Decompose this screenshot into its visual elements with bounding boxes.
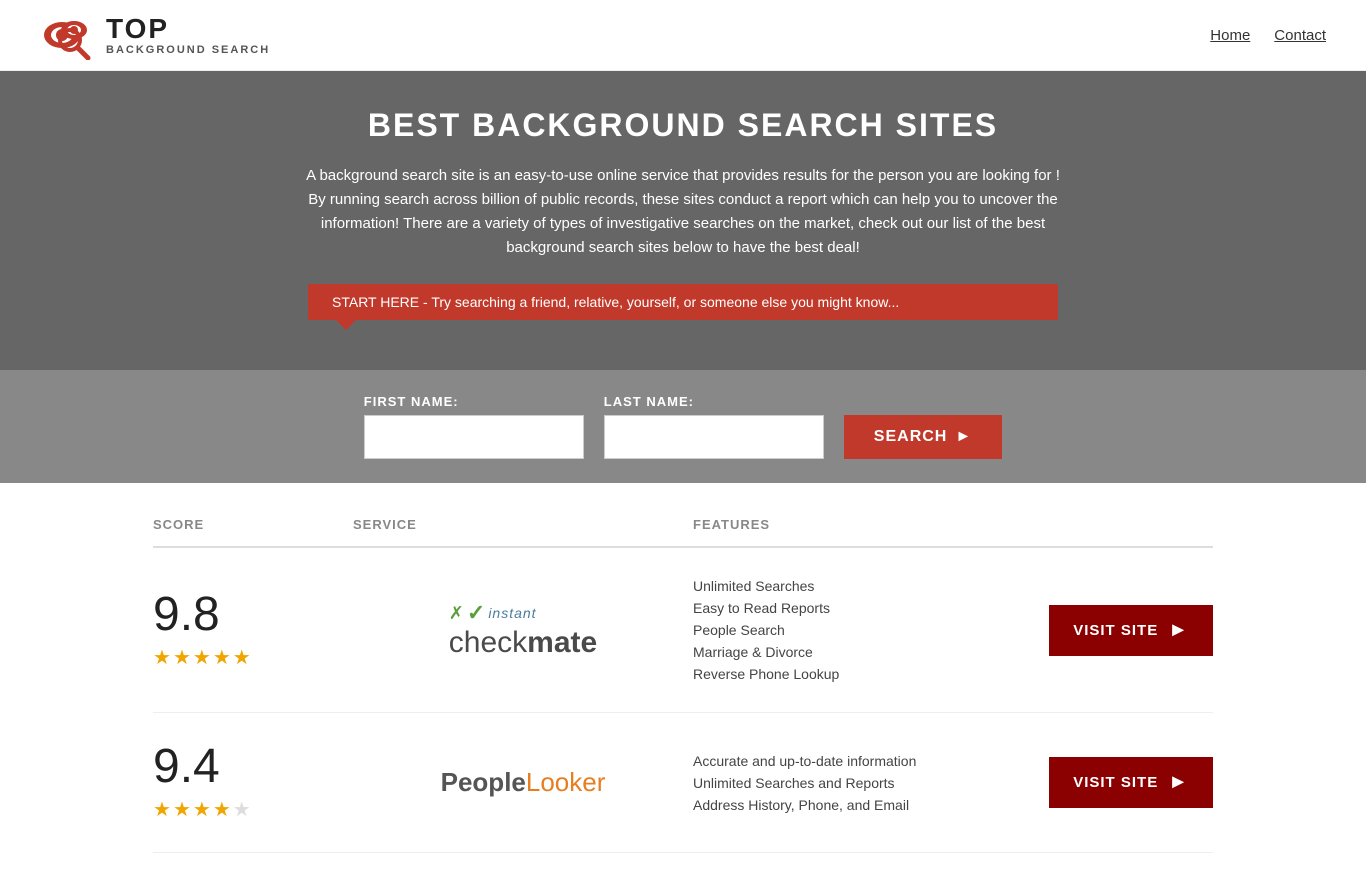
score-header: SCORE xyxy=(153,517,353,532)
features-column-2: Accurate and up-to-date information Unli… xyxy=(693,753,1033,813)
visit-site-button-1[interactable]: VISIT SITE ► xyxy=(1049,605,1213,656)
site-header: TOP BACKGROUND SEARCH Home Contact xyxy=(0,0,1366,71)
features-header: FEATURES xyxy=(693,517,1033,532)
visit-site-label-1: VISIT SITE xyxy=(1073,622,1158,639)
star-1: ★ xyxy=(153,797,171,822)
star-5: ★ xyxy=(233,645,251,670)
service-header: SERVICE xyxy=(353,517,693,532)
feature-item: Accurate and up-to-date information xyxy=(693,753,1033,769)
checkmate-logo-top: ✗ ✓ instant xyxy=(449,600,537,626)
star-2: ★ xyxy=(173,797,191,822)
checkmate-text: check xyxy=(449,626,527,659)
nav-home[interactable]: Home xyxy=(1210,27,1250,44)
hero-title: BEST BACKGROUND SEARCH SITES xyxy=(20,107,1346,144)
last-name-input[interactable] xyxy=(604,415,824,459)
feature-item: People Search xyxy=(693,622,1033,638)
stars-2: ★ ★ ★ ★ ★ xyxy=(153,797,251,822)
hero-description: A background search site is an easy-to-u… xyxy=(303,164,1063,260)
checkmate-name: checkmate xyxy=(449,626,597,660)
main-nav: Home Contact xyxy=(1210,27,1326,44)
checkmate-x-icon: ✗ xyxy=(449,603,464,624)
results-table: SCORE SERVICE FEATURES 9.8 ★ ★ ★ ★ ★ ✗ ✓… xyxy=(133,503,1233,893)
visit-site-label-2: VISIT SITE xyxy=(1073,774,1158,791)
feature-item: Unlimited Searches xyxy=(693,578,1033,594)
logo-icon xyxy=(40,10,100,60)
last-name-label: LAST NAME: xyxy=(604,394,824,409)
logo-top: TOP xyxy=(106,14,270,45)
callout-banner: START HERE - Try searching a friend, rel… xyxy=(308,284,1058,320)
star-3: ★ xyxy=(193,797,211,822)
star-4: ★ xyxy=(213,797,231,822)
features-column-1: Unlimited Searches Easy to Read Reports … xyxy=(693,578,1033,682)
logo-text: TOP BACKGROUND SEARCH xyxy=(106,14,270,57)
visit-column-2: VISIT SITE ► xyxy=(1033,757,1213,808)
nav-contact[interactable]: Contact xyxy=(1274,27,1326,44)
looker-text: Looker xyxy=(526,767,606,797)
visit-arrow-icon-1: ► xyxy=(1168,619,1189,642)
service-column-2: PeopleLooker xyxy=(353,767,693,798)
people-looker-logo: PeopleLooker xyxy=(441,767,606,798)
people-text: People xyxy=(441,767,526,797)
service-column-1: ✗ ✓ instant checkmate xyxy=(353,600,693,660)
feature-item: Address History, Phone, and Email xyxy=(693,797,1033,813)
search-button[interactable]: SEARCH ► xyxy=(844,415,1002,459)
feature-item: Unlimited Searches and Reports xyxy=(693,775,1033,791)
visit-site-button-2[interactable]: VISIT SITE ► xyxy=(1049,757,1213,808)
visit-arrow-icon-2: ► xyxy=(1168,771,1189,794)
table-header-row: SCORE SERVICE FEATURES xyxy=(153,503,1213,548)
visit-column-1: VISIT SITE ► xyxy=(1033,605,1213,656)
action-header xyxy=(1033,517,1213,532)
search-button-label: SEARCH xyxy=(874,428,948,446)
first-name-field-group: FIRST NAME: xyxy=(364,394,584,459)
checkmate-instant-text: instant xyxy=(488,605,536,621)
star-4: ★ xyxy=(213,645,231,670)
feature-item: Reverse Phone Lookup xyxy=(693,666,1033,682)
score-value-2: 9.4 xyxy=(153,743,220,791)
logo: TOP BACKGROUND SEARCH xyxy=(40,10,270,60)
hero-section: BEST BACKGROUND SEARCH SITES A backgroun… xyxy=(0,71,1366,370)
score-column-1: 9.8 ★ ★ ★ ★ ★ xyxy=(153,591,353,670)
score-column-2: 9.4 ★ ★ ★ ★ ★ xyxy=(153,743,353,822)
search-arrow-icon: ► xyxy=(955,428,972,446)
table-row: 9.8 ★ ★ ★ ★ ★ ✗ ✓ instant checkmate xyxy=(153,548,1213,713)
feature-item: Easy to Read Reports xyxy=(693,600,1033,616)
callout-text: START HERE - Try searching a friend, rel… xyxy=(332,294,899,310)
table-row: 9.4 ★ ★ ★ ★ ★ PeopleLooker Accurate and … xyxy=(153,713,1213,853)
search-bar: FIRST NAME: LAST NAME: SEARCH ► xyxy=(0,370,1366,483)
logo-bottom: BACKGROUND SEARCH xyxy=(106,44,270,56)
checkmate-bold-text: mate xyxy=(527,626,597,659)
star-5: ★ xyxy=(233,797,251,822)
checkmate-logo: ✗ ✓ instant checkmate xyxy=(449,600,597,660)
star-2: ★ xyxy=(173,645,191,670)
star-1: ★ xyxy=(153,645,171,670)
first-name-input[interactable] xyxy=(364,415,584,459)
checkmate-check-icon: ✓ xyxy=(467,600,485,626)
score-value-1: 9.8 xyxy=(153,591,220,639)
stars-1: ★ ★ ★ ★ ★ xyxy=(153,645,251,670)
star-3: ★ xyxy=(193,645,211,670)
first-name-label: FIRST NAME: xyxy=(364,394,584,409)
last-name-field-group: LAST NAME: xyxy=(604,394,824,459)
feature-item: Marriage & Divorce xyxy=(693,644,1033,660)
